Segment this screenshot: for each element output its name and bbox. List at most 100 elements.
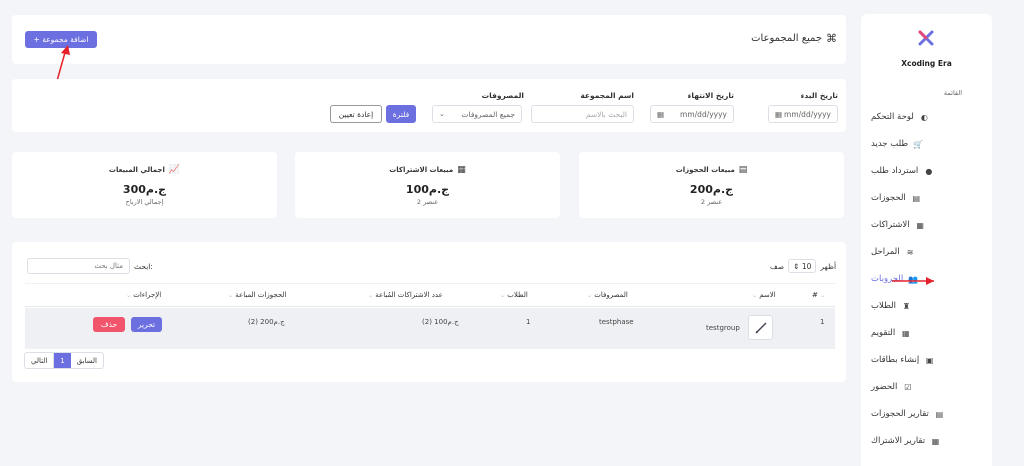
- group-thumbnail: [748, 315, 773, 340]
- start-date-label: تاريخ البدء: [800, 91, 838, 100]
- sidebar-item[interactable]: الطلاب ♜: [871, 298, 980, 314]
- group-name-label: اسم المجموعة: [580, 91, 634, 100]
- reset-button[interactable]: إعادة تعيين: [330, 105, 382, 123]
- stat-title: مبيعات الاشتراكات ▦: [389, 165, 466, 175]
- sidebar-section-label: القائمة: [943, 89, 962, 97]
- page-title: جميع المجموعات ⌘: [751, 32, 837, 45]
- pagination: التالي 1 السابق: [24, 352, 105, 369]
- entries-select[interactable]: 10 ⇕: [788, 259, 817, 273]
- entries-control: أظهر 10 ⇕ صف: [770, 259, 836, 273]
- sidebar-item-label: التقويم: [871, 328, 896, 338]
- sidebar-item-label: إنشاء بطاقات: [871, 355, 920, 365]
- sidebar-item[interactable]: إنشاء بطاقات ▣: [871, 352, 980, 368]
- sidebar-item[interactable]: تقارير الحجوزات ▤: [871, 406, 980, 422]
- sidebar-item[interactable]: الحضور ☑: [871, 379, 980, 395]
- expenses-label: المصروفات: [481, 91, 524, 100]
- stat-title: مبيعات الحجوزات ▤: [675, 165, 748, 175]
- brand-logo[interactable]: [918, 30, 934, 46]
- search-control: ابحث:: [27, 258, 153, 274]
- chevron-down-icon: ⌄: [439, 110, 445, 118]
- sidebar-item-label: الحضور: [871, 382, 898, 392]
- sidebar-item-label: الحجوزات: [871, 193, 906, 203]
- search-label: ابحث:: [134, 261, 153, 271]
- stat-title: اجمالي المبيعات 📈: [108, 165, 181, 175]
- group-name-input[interactable]: البحث بالاسم: [531, 105, 634, 123]
- stat-sub: 2 عنصر: [416, 198, 439, 206]
- sidebar-item-label: تقارير الاشتراك: [871, 436, 926, 446]
- sidebar-item[interactable]: الاشتراكات ▦: [871, 217, 980, 233]
- book-icon: ▤: [912, 193, 921, 203]
- sidebar-item-label: استرداد طلب: [871, 166, 919, 176]
- cell-name: testgroup: [706, 324, 740, 332]
- col-header-bookings[interactable]: ⌄ الحجوزات المباعة: [228, 291, 286, 299]
- trend-chart-icon: 📈: [168, 165, 181, 175]
- command-icon: ⌘: [826, 32, 837, 45]
- end-date-input[interactable]: ▦ mm/dd/yyyy: [650, 105, 734, 123]
- check-calendar-icon: ☑: [904, 382, 912, 392]
- calendar-icon: ▦: [775, 109, 783, 119]
- calendar-icon: ▦: [457, 165, 466, 175]
- calendar-icon: ▦: [916, 220, 924, 230]
- pagination-page-1[interactable]: 1: [54, 353, 71, 368]
- book-icon: ▤: [935, 409, 944, 419]
- sidebar-item[interactable]: التقويم ▦: [871, 325, 980, 341]
- sidebar-item-label: الطلاب: [871, 301, 896, 311]
- stat-value: ج.م200: [689, 183, 734, 196]
- sort-icon: ⇕: [793, 261, 800, 271]
- search-input[interactable]: [27, 258, 130, 274]
- calendar-icon: ▦: [931, 436, 940, 446]
- filter-card: تاريخ البدء ▦ mm/dd/yyyy تاريخ الانتهاء …: [12, 79, 846, 132]
- header-card: + اضافة مجموعة جميع المجموعات ⌘: [12, 15, 846, 64]
- calendar-icon: ▦: [657, 109, 665, 119]
- return-icon: ●: [925, 166, 933, 176]
- col-header-name[interactable]: ⌄ الاسم: [752, 291, 776, 299]
- cell-expense: testphase: [599, 318, 634, 326]
- col-header-num[interactable]: # ⌄: [812, 291, 825, 299]
- pen-icon: [754, 321, 767, 334]
- sidebar-item-label: الاشتراكات: [871, 220, 910, 230]
- dashboard-icon: ◐: [920, 112, 928, 122]
- cart-icon: 🛒: [913, 139, 924, 149]
- cell-subs: ج.م100 (2): [422, 318, 459, 326]
- stat-card-total: اجمالي المبيعات 📈 ج.م300 إجمالي الارباح: [12, 152, 277, 218]
- logo-icon: [918, 30, 934, 46]
- book-icon: ▤: [738, 165, 748, 175]
- pagination-prev[interactable]: السابق: [71, 353, 103, 368]
- cell-num: 1: [820, 318, 825, 326]
- delete-button[interactable]: حذف: [93, 317, 125, 332]
- expenses-select[interactable]: ⌄ جميع المصروفات: [432, 105, 522, 123]
- sidebar-item[interactable]: المراحل ≋: [871, 244, 980, 260]
- stat-value: ج.م300: [122, 183, 167, 196]
- col-header-students[interactable]: ⌄ الطلاب: [500, 291, 528, 299]
- sidebar-item-label: المراحل: [871, 247, 900, 257]
- pagination-next[interactable]: التالي: [25, 353, 55, 368]
- col-header-expenses[interactable]: ⌄ المصروفات: [587, 291, 628, 299]
- layers-icon: ≋: [906, 247, 914, 257]
- sidebar-item[interactable]: لوحة التحكم ◐: [871, 109, 980, 125]
- end-date-label: تاريخ الانتهاء: [687, 91, 734, 100]
- filter-button[interactable]: فلترة: [386, 105, 416, 123]
- calendar-icon: ▦: [901, 328, 910, 338]
- sidebar-item[interactable]: استرداد طلب ●: [871, 163, 980, 179]
- student-icon: ♜: [902, 301, 911, 311]
- col-header-actions[interactable]: ⌄ الإجراءات: [126, 291, 161, 299]
- page-title-text: جميع المجموعات: [751, 33, 822, 44]
- sidebar-item-label: لوحة التحكم: [871, 112, 914, 122]
- stat-value: ج.م100: [405, 183, 450, 196]
- sidebar: Xcoding Era القائمة لوحة التحكم ◐ طلب جديد…: [861, 14, 992, 466]
- card-icon: ▣: [925, 355, 934, 365]
- sidebar-item-label: تقارير الحجوزات: [871, 409, 929, 419]
- annotation-arrow: [892, 277, 934, 285]
- cell-bookings: ج.م200 (2): [248, 318, 285, 326]
- stat-card-bookings: مبيعات الحجوزات ▤ ج.م200 2 عنصر: [579, 152, 844, 218]
- stat-sub: إجمالي الارباح: [125, 198, 164, 206]
- edit-button[interactable]: تحرير: [131, 317, 162, 332]
- sidebar-item[interactable]: طلب جديد 🛒: [871, 136, 980, 152]
- start-date-input[interactable]: ▦ mm/dd/yyyy: [768, 105, 838, 123]
- sidebar-item[interactable]: تقارير الاشتراك ▦: [871, 433, 980, 449]
- sidebar-item[interactable]: الحجوزات ▤: [871, 190, 980, 206]
- brand-name: Xcoding Era: [901, 59, 952, 68]
- cell-students: 1: [526, 318, 531, 326]
- stat-card-subscriptions: مبيعات الاشتراكات ▦ ج.م100 2 عنصر: [295, 152, 560, 218]
- col-header-subs[interactable]: ⌄ عدد الاشتراكات المُباعة: [368, 291, 443, 299]
